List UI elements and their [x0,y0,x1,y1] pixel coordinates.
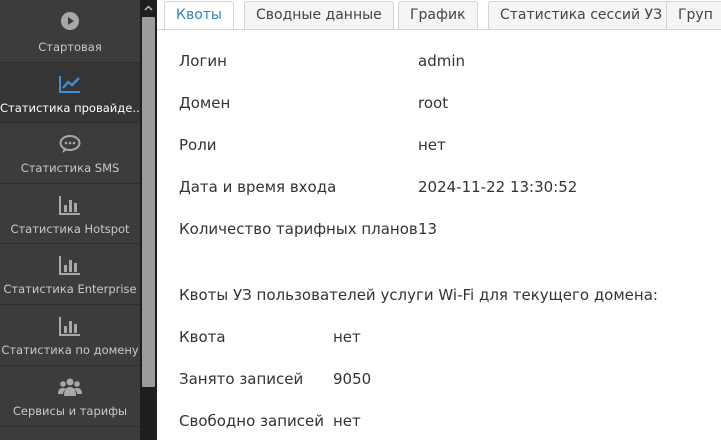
quota-value: нет [333,328,361,346]
scroll-up-icon[interactable] [140,0,157,16]
sidebar-scrollbar[interactable] [140,0,157,440]
sidebar-item-services-tariffs[interactable]: Сервисы и тарифы [0,366,140,427]
tab-groups[interactable]: Груп [666,1,721,29]
users-icon [0,376,140,398]
roles-value: нет [418,136,446,154]
sidebar-item-hotspot-stats[interactable]: Статистика Hotspot [0,184,140,244]
sidebar: Стартовая Статистика провайде… Статистик… [0,0,140,440]
login-value: admin [418,52,465,70]
line-chart-icon [0,73,140,95]
quota-label: Квота [179,328,226,346]
play-circle-icon [0,10,140,32]
sidebar-item-label: Стартовая [38,40,102,54]
sidebar-item-label: Статистика Enterprise [3,282,137,296]
free-records-label: Свободно записей [179,412,324,430]
sidebar-item-label: Статистика Hotspot [10,222,130,236]
sidebar-item-label: Статистика провайде… [0,101,140,115]
used-records-value: 9050 [333,370,372,388]
domain-label: Домен [179,94,231,112]
sidebar-item-provider-stats[interactable]: Статистика провайде… [0,63,140,123]
tab-account-session-stats[interactable]: Статистика сессий УЗ [488,1,675,29]
scroll-thumb[interactable] [142,17,155,387]
tariff-plans-count-label: Количество тарифных планов [179,220,418,238]
bar-chart-icon [0,315,140,337]
sidebar-item-domain-stats[interactable]: Статистика по домену [0,305,140,366]
sidebar-item-sms-stats[interactable]: Статистика SMS [0,123,140,184]
login-datetime-label: Дата и время входа [179,178,337,196]
users-icon [0,433,140,440]
tariff-plans-count-value: 13 [418,220,438,238]
sidebar-item-next[interactable] [0,427,140,440]
bar-chart-icon [0,194,140,216]
tab-graph[interactable]: График [398,1,478,29]
used-records-label: Занято записей [179,370,304,388]
sidebar-item-label: Статистика SMS [20,161,120,175]
free-records-value: нет [333,412,361,430]
login-datetime-value: 2024-11-22 13:30:52 [418,178,578,196]
tab-summary[interactable]: Сводные данные [244,1,394,29]
login-label: Логин [179,52,227,70]
domain-value: root [418,94,449,112]
roles-label: Роли [179,136,217,154]
sidebar-item-enterprise-stats[interactable]: Статистика Enterprise [0,244,140,305]
chat-bubble-icon [0,133,140,155]
bar-chart-icon [0,254,140,276]
tab-bar: Квоты Сводные данные График Статистика с… [157,0,721,30]
sidebar-item-label: Статистика по домену [1,343,139,357]
sidebar-item-start[interactable]: Стартовая [0,0,140,63]
tab-quotas[interactable]: Квоты [164,1,234,29]
quotas-panel: Логин admin Домен root Роли нет Дата и в… [157,30,721,440]
sidebar-item-label: Сервисы и тарифы [12,404,128,418]
wifi-quotas-title: Квоты УЗ пользователей услуги Wi-Fi для … [179,286,658,304]
